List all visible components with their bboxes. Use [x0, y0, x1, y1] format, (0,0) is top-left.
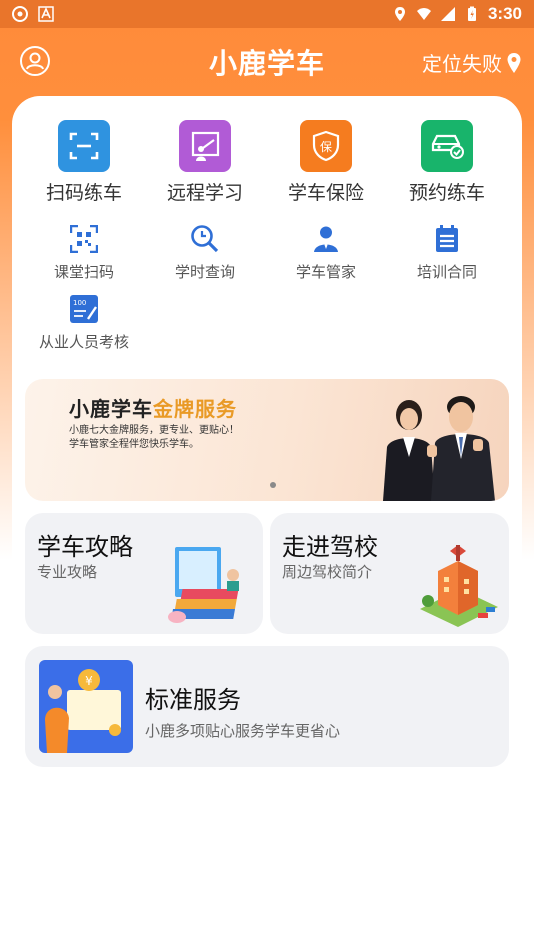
- sub-staff-assessment[interactable]: 100 从业人员考核: [24, 294, 144, 352]
- svg-text:保: 保: [320, 140, 332, 154]
- svg-text:¥: ¥: [85, 674, 93, 688]
- sub-action-label: 学车管家: [295, 263, 356, 281]
- location-status-icon: [394, 7, 405, 21]
- action-label: 预约练车: [408, 182, 485, 204]
- tile-driving-school[interactable]: 走进驾校 周边驾校简介: [270, 513, 509, 634]
- main-card: 扫码练车 远程学习 保 学车保险 预约练车 课堂扫码 学时查询 学车管家 培训合…: [12, 96, 522, 950]
- banner-line-1: 小鹿七大金牌服务，更专业、更贴心！: [69, 425, 239, 436]
- status-time: 3:30: [487, 4, 522, 23]
- action-book-practice[interactable]: 预约练车: [387, 120, 507, 205]
- action-scan-practice[interactable]: 扫码练车: [24, 120, 144, 205]
- tile-title: 学车攻略: [37, 533, 133, 561]
- sub-study-hours[interactable]: 学时查询: [145, 224, 265, 282]
- tile-subtitle: 专业攻略: [37, 563, 98, 581]
- sub-action-label: 学时查询: [174, 263, 235, 281]
- standard-service-title: 标准服务: [145, 686, 241, 714]
- action-label: 扫码练车: [45, 182, 122, 204]
- tile-title: 走进驾校: [282, 533, 378, 561]
- standard-service-illustration: ¥: [39, 660, 133, 753]
- tile-driving-guide[interactable]: 学车攻略 专业攻略: [25, 513, 263, 634]
- location-pin-icon: [507, 52, 521, 73]
- books-illustration: [168, 547, 239, 623]
- text-notification-icon: [38, 6, 54, 22]
- scan-icon: [58, 120, 110, 172]
- banner-title-main: 小鹿学车: [69, 397, 153, 421]
- standard-service-subtitle: 小鹿多项贴心服务学车更省心: [145, 722, 341, 740]
- status-bar: 3:30: [0, 0, 534, 28]
- sub-action-label: 培训合同: [416, 263, 477, 281]
- contract-icon: [432, 224, 462, 254]
- banner-title: 小鹿学车金牌服务: [69, 393, 237, 422]
- main-actions: 扫码练车 远程学习 保 学车保险 预约练车: [12, 120, 522, 210]
- insurance-icon: 保: [300, 120, 352, 172]
- action-remote-study[interactable]: 远程学习: [145, 120, 265, 205]
- app-notification-icon: [12, 6, 28, 22]
- app-header: 小鹿学车 定位失败: [0, 28, 534, 94]
- sub-driving-butler[interactable]: 学车管家: [266, 224, 386, 282]
- time-search-icon: [190, 224, 220, 254]
- car-booking-icon: [421, 120, 473, 172]
- location-button[interactable]: 定位失败: [422, 48, 522, 77]
- remote-study-icon: [179, 120, 231, 172]
- action-label: 学车保险: [287, 182, 364, 204]
- sub-training-contract[interactable]: 培训合同: [387, 224, 507, 282]
- svg-text:100: 100: [73, 299, 86, 307]
- assessment-icon: 100: [69, 294, 99, 324]
- user-icon: [311, 224, 341, 254]
- signal-icon: [440, 7, 455, 21]
- action-insurance[interactable]: 保 学车保险: [266, 120, 386, 205]
- location-text: 定位失败: [422, 52, 502, 76]
- banner-page-indicator[interactable]: [270, 482, 276, 488]
- qr-scan-icon: [69, 224, 99, 254]
- business-people-image: [383, 396, 495, 501]
- banner-line-2: 学车管家全程伴您快乐学车。: [69, 439, 199, 450]
- sub-action-label: 从业人员考核: [38, 333, 129, 351]
- sub-action-label: 课堂扫码: [53, 263, 114, 281]
- school-building-illustration: [420, 545, 498, 627]
- wifi-icon: [416, 8, 431, 20]
- action-label: 远程学习: [166, 182, 243, 204]
- sub-classroom-scan[interactable]: 课堂扫码: [24, 224, 144, 282]
- standard-service-card[interactable]: ¥ 标准服务 小鹿多项贴心服务学车更省心: [25, 646, 509, 767]
- battery-icon: [467, 6, 476, 21]
- promo-banner[interactable]: 小鹿学车金牌服务 小鹿七大金牌服务，更专业、更贴心！ 学车管家全程伴您快乐学车。: [25, 379, 509, 501]
- tile-subtitle: 周边驾校简介: [282, 563, 373, 581]
- banner-title-gold: 金牌服务: [153, 397, 237, 421]
